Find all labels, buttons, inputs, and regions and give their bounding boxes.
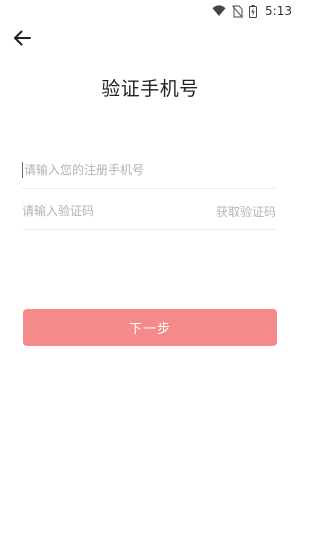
battery-charging-icon — [249, 4, 258, 18]
back-button[interactable] — [10, 28, 34, 52]
page-title: 验证手机号 — [101, 78, 199, 100]
next-button[interactable]: 下一步 — [23, 309, 277, 346]
no-sim-icon — [232, 4, 244, 18]
get-code-button[interactable]: 获取验证码 — [216, 203, 276, 220]
code-field: 获取验证码 — [22, 193, 276, 230]
verification-code-input[interactable] — [22, 204, 216, 218]
phone-field — [22, 152, 276, 189]
wifi-icon — [212, 5, 226, 17]
status-time: 5:13 — [265, 4, 292, 18]
status-bar: 5:13 — [0, 0, 300, 22]
arrow-left-icon — [12, 28, 32, 52]
phone-input[interactable] — [24, 163, 276, 177]
text-cursor — [22, 162, 23, 178]
